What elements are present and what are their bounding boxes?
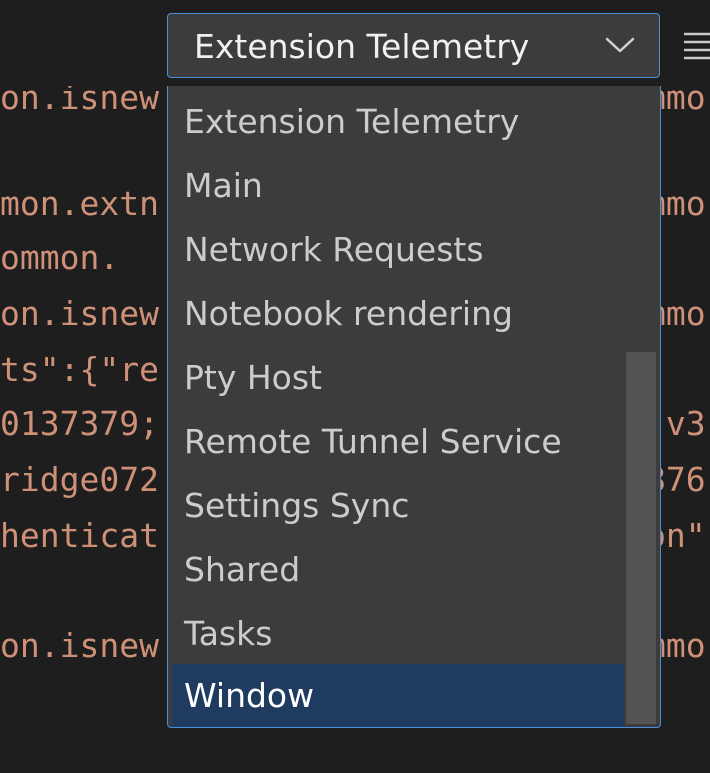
dropdown-option-extension-telemetry[interactable]: Extension Telemetry xyxy=(172,90,624,154)
dropdown-option-pty-host[interactable]: Pty Host xyxy=(172,346,624,410)
output-panel: on.isnew mon.extn ommon. on.isnew ts":{"… xyxy=(0,0,710,773)
dropdown-option-remote-tunnel-service[interactable]: Remote Tunnel Service xyxy=(172,410,624,474)
dropdown-scrollbar-thumb[interactable] xyxy=(626,352,656,724)
output-channel-dropdown: Extension Telemetry Main Network Request… xyxy=(167,86,661,728)
list-icon[interactable] xyxy=(684,30,710,60)
editor-line: ridge072 xyxy=(0,460,159,499)
dropdown-option-network-requests[interactable]: Network Requests xyxy=(172,218,624,282)
editor-line: mon.extn xyxy=(0,184,159,223)
editor-line: on.isnew xyxy=(0,294,159,333)
output-channel-select[interactable]: Extension Telemetry xyxy=(167,13,660,78)
editor-line: ommon. xyxy=(0,238,120,277)
dropdown-option-shared[interactable]: Shared xyxy=(172,538,624,602)
chevron-down-icon xyxy=(605,37,635,53)
dropdown-option-tasks[interactable]: Tasks xyxy=(172,602,624,666)
dropdown-option-main[interactable]: Main xyxy=(172,154,624,218)
dropdown-option-settings-sync[interactable]: Settings Sync xyxy=(172,474,624,538)
editor-line: on.isnew xyxy=(0,626,159,665)
editor-line: henticat xyxy=(0,516,159,555)
dropdown-option-notebook-rendering[interactable]: Notebook rendering xyxy=(172,282,624,346)
dropdown-option-window[interactable]: Window xyxy=(172,664,624,727)
editor-line: 0137379; xyxy=(0,404,159,443)
panel-toolbar: Extension Telemetry xyxy=(0,0,710,86)
select-current-value: Extension Telemetry xyxy=(194,27,530,66)
editor-line: ts":{"re xyxy=(0,350,159,389)
